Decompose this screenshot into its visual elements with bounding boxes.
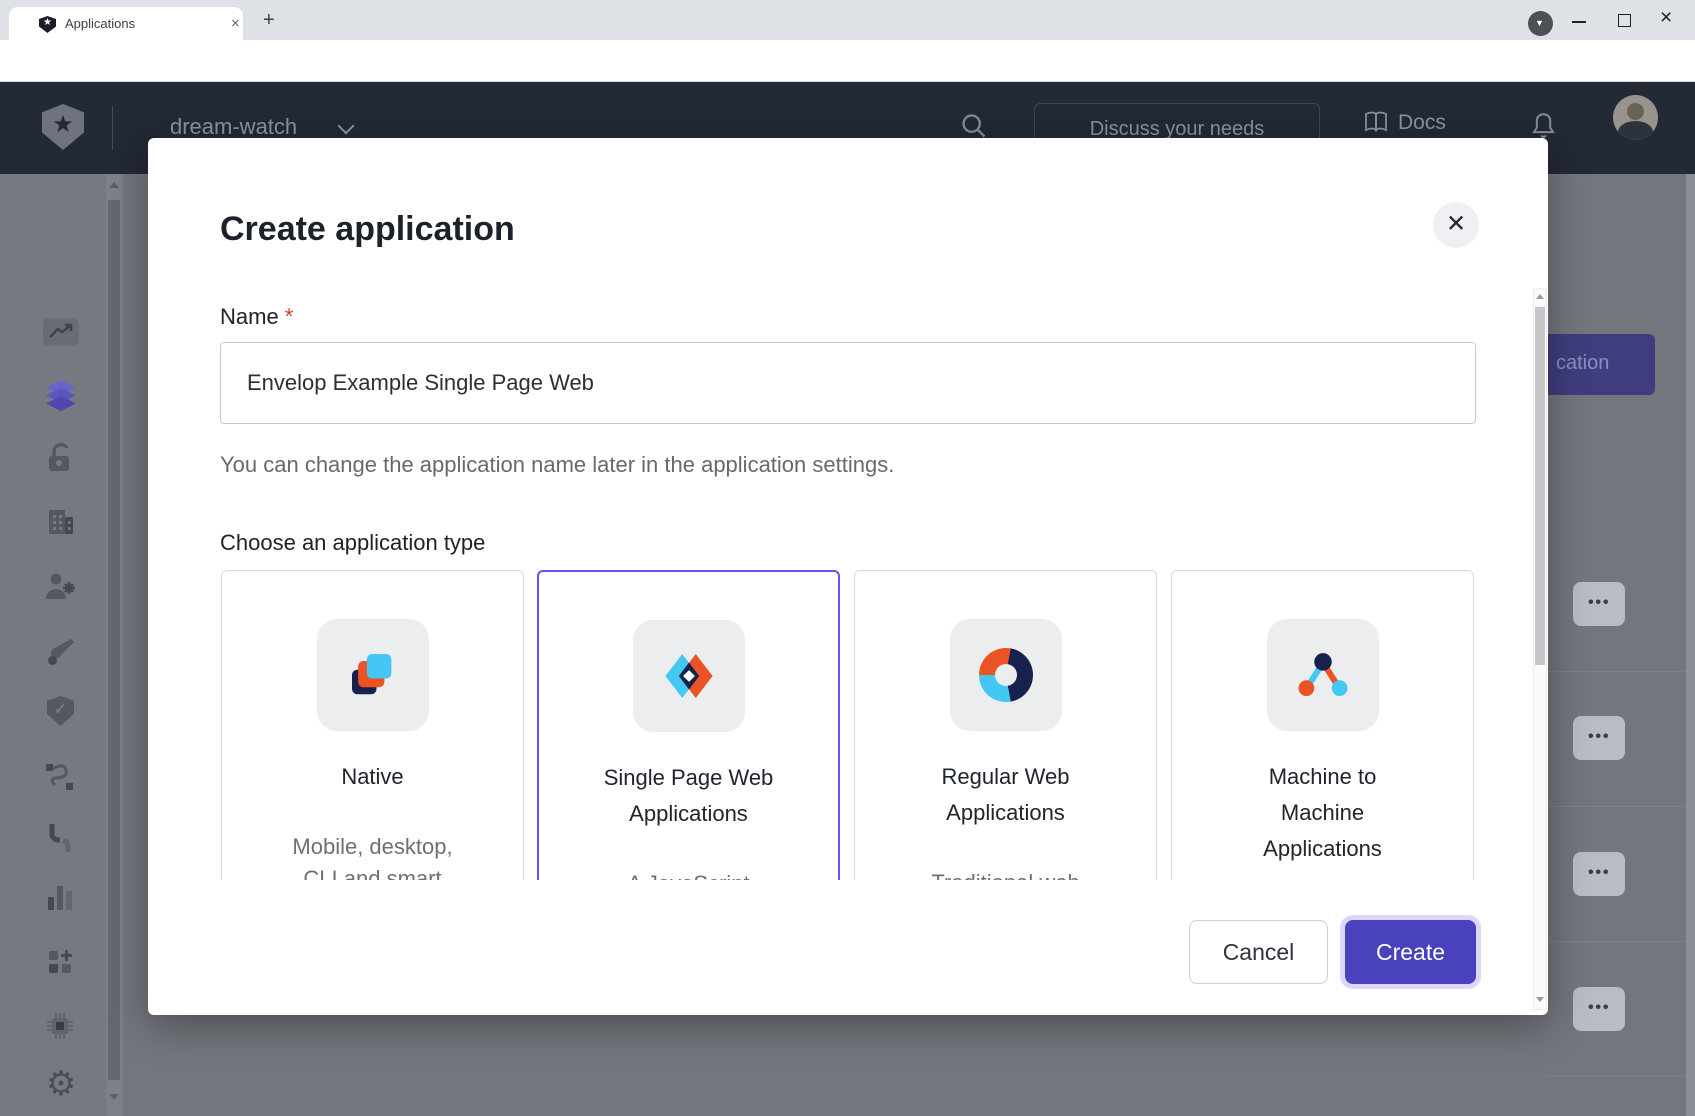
sidebar-item-applications-active[interactable] <box>43 380 79 412</box>
chevron-down-icon <box>338 118 355 135</box>
chrome-update-icon[interactable]: ▼ <box>1528 11 1553 36</box>
card-title: Machine to Machine Applications <box>1172 759 1473 867</box>
card-title: Single Page Web Applications <box>539 760 838 832</box>
sidebar-item-user-management[interactable] <box>43 570 79 602</box>
sidebar-nav: ✓ <box>0 174 124 1116</box>
card-title: Native <box>222 759 523 795</box>
sidebar-item-security[interactable]: ✓ <box>43 696 79 728</box>
cancel-button[interactable]: Cancel <box>1189 920 1328 984</box>
card-title: Regular Web Applications <box>855 759 1156 831</box>
regular-web-icon <box>950 619 1062 731</box>
scroll-down-icon[interactable] <box>1536 997 1544 1002</box>
create-button[interactable]: Create <box>1345 920 1476 984</box>
sidebar-item-auth-pipeline[interactable] <box>43 822 79 854</box>
card-description: A JavaScript <box>539 868 838 880</box>
grid-plus-icon <box>43 946 77 978</box>
row-menu-button: ••• <box>1573 852 1625 896</box>
sidebar-item-extensions[interactable] <box>43 1010 79 1042</box>
modal-title: Create application <box>220 210 515 249</box>
sidebar-item-activity[interactable] <box>43 316 79 348</box>
chip-icon <box>43 1010 77 1042</box>
window-minimize-button[interactable] <box>1572 21 1586 23</box>
bar-chart-icon <box>43 880 77 912</box>
browser-tab[interactable]: ★ Applications × <box>9 7 243 40</box>
sidebar-item-branding[interactable] <box>43 636 79 668</box>
modal-scrollbar[interactable] <box>1533 288 1547 1010</box>
check-icon: ✓ <box>54 700 67 718</box>
name-help-text: You can change the application name late… <box>220 452 894 478</box>
sidebar-item-settings[interactable]: ⚙ <box>43 1068 79 1100</box>
tab-strip: ★ Applications × + ▼ × <box>0 0 1695 40</box>
sidebar-scrollbar-thumb[interactable] <box>108 200 120 1080</box>
sidebar-scrollbar[interactable] <box>106 174 122 1116</box>
pipeline-icon <box>43 822 77 854</box>
notifications-bell-icon[interactable] <box>1530 112 1557 141</box>
user-gear-icon <box>43 570 77 602</box>
name-label: Name* <box>220 304 293 330</box>
sidebar-item-marketplace[interactable] <box>43 946 79 978</box>
card-regular-web[interactable]: Regular Web Applications Traditional web <box>854 570 1157 880</box>
spa-icon <box>633 620 745 732</box>
tenant-switcher[interactable]: dream-watch <box>170 114 297 140</box>
header-divider <box>112 106 113 150</box>
row-menu-button: ••• <box>1573 716 1625 760</box>
browser-window: ★ Applications × + ▼ × ← → ⟳ manage.auth… <box>0 0 1695 1116</box>
card-single-page-web[interactable]: Single Page Web Applications A JavaScrip… <box>537 570 840 880</box>
user-avatar[interactable] <box>1613 95 1658 140</box>
browser-toolbar: ← → ⟳ manage.auth0.com/dashboard/eu/drea… <box>0 40 1695 82</box>
scroll-down-icon[interactable] <box>109 1094 119 1100</box>
create-application-modal: Create application ✕ Name* You can chang… <box>148 138 1548 1015</box>
auth0-logo-icon[interactable]: ★ <box>42 104 84 150</box>
tab-close-icon[interactable]: × <box>231 15 240 32</box>
sidebar-item-authentication[interactable] <box>43 442 79 474</box>
gear-icon: ⚙ <box>46 1065 76 1103</box>
auth0-page: ★ dream-watch Discuss your needs Docs <box>0 82 1695 1116</box>
sidebar-item-monitoring[interactable] <box>43 880 79 912</box>
card-description: Traditional web <box>855 867 1156 880</box>
row-divider <box>1548 1076 1695 1077</box>
row-menu-button: ••• <box>1573 582 1625 626</box>
paintbrush-icon <box>43 636 77 668</box>
sidebar-item-organizations[interactable] <box>43 506 79 538</box>
application-name-input[interactable] <box>220 342 1476 424</box>
native-icon <box>317 619 429 731</box>
required-asterisk: * <box>285 304 294 329</box>
scroll-up-icon[interactable] <box>1536 294 1544 299</box>
card-native[interactable]: Native Mobile, desktop, CLI and smart <box>221 570 524 880</box>
modal-close-button[interactable]: ✕ <box>1433 202 1479 248</box>
create-application-button-behind: cation <box>1548 334 1655 395</box>
book-icon <box>1364 111 1388 133</box>
tab-title: Applications <box>65 16 135 31</box>
card-machine-to-machine[interactable]: Machine to Machine Applications <box>1171 570 1474 880</box>
building-icon <box>43 506 77 538</box>
lock-open-icon <box>43 442 77 474</box>
auth0-favicon-icon: ★ <box>39 16 56 33</box>
docs-link[interactable]: Docs <box>1364 111 1446 135</box>
flow-path-icon <box>43 760 77 792</box>
close-icon: ✕ <box>1446 209 1466 238</box>
application-type-cards: Native Mobile, desktop, CLI and smart Si… <box>220 568 1478 880</box>
row-menu-button: ••• <box>1573 987 1625 1031</box>
sidebar-item-actions[interactable] <box>43 760 79 792</box>
row-divider <box>1548 671 1695 672</box>
application-type-heading: Choose an application type <box>220 530 485 556</box>
card-description: Mobile, desktop, CLI and smart <box>222 831 523 880</box>
row-divider <box>1548 941 1695 942</box>
window-close-button[interactable]: × <box>1660 6 1672 30</box>
layers-icon <box>43 380 79 414</box>
window-maximize-button[interactable] <box>1618 14 1631 27</box>
row-divider <box>1548 806 1695 807</box>
page-scrollbar[interactable] <box>1686 174 1695 1116</box>
search-icon[interactable] <box>960 112 988 140</box>
scroll-up-icon[interactable] <box>109 182 119 188</box>
new-tab-button[interactable]: + <box>263 9 275 32</box>
m2m-icon <box>1267 619 1379 731</box>
trend-chart-icon <box>47 322 75 342</box>
modal-scrollbar-thumb[interactable] <box>1535 307 1545 665</box>
